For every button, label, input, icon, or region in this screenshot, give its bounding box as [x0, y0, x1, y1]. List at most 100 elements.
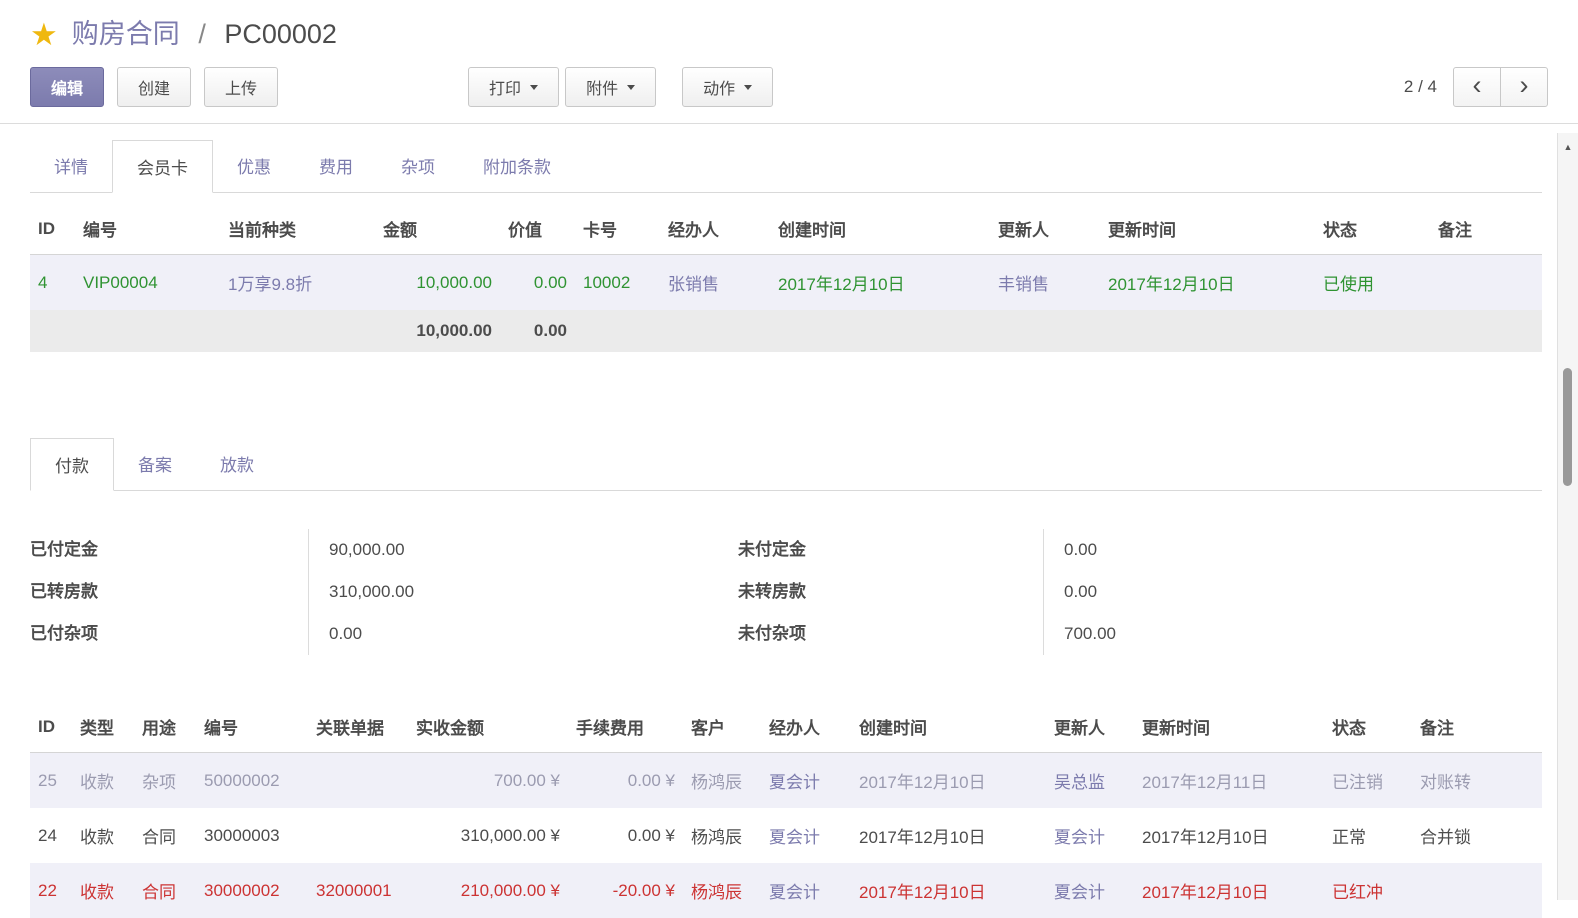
column-header[interactable]: 更新人 [990, 203, 1100, 255]
table-header-row: ID 编号 当前种类 金额 价值 卡号 经办人 创建时间 更新人 更新时间 状态… [30, 203, 1542, 255]
total-amount: 10,000.00 [375, 310, 500, 352]
payment-table: ID 类型 用途 编号 关联单据 实收金额 手续费用 客户 经办人 创建时间 更… [30, 701, 1542, 918]
breadcrumb-parent-link[interactable]: 购房合同 [72, 19, 180, 49]
table-cell: 对账转 [1412, 753, 1542, 809]
tab-misc[interactable]: 杂项 [377, 140, 459, 193]
column-header[interactable]: 用途 [134, 701, 196, 753]
column-header[interactable]: 更新时间 [1100, 203, 1315, 255]
card-type-link[interactable]: 1万享9.8折 [220, 255, 375, 311]
table-cell: 杨鸿辰 [683, 863, 761, 918]
table-cell: 合同 [134, 808, 196, 863]
field-label-unpaid-misc: 未付杂项 [738, 613, 1043, 655]
column-header[interactable]: 备注 [1412, 701, 1542, 753]
table-row[interactable]: 24 收款 合同 30000003 310,000.00 ¥ 0.00 ¥ 杨鸿… [30, 808, 1542, 863]
action-label: 动作 [703, 75, 735, 99]
updater-link[interactable]: 夏会计 [1046, 863, 1134, 918]
status-badge: 已使用 [1315, 255, 1430, 311]
field-value-paid-misc: 0.00 [308, 613, 678, 655]
handler-link[interactable]: 夏会计 [761, 808, 851, 863]
column-header[interactable]: 更新人 [1046, 701, 1134, 753]
action-dropdown-button[interactable]: 动作 [682, 67, 773, 107]
pager-next-button[interactable]: › [1500, 67, 1548, 107]
table-row[interactable]: 22 收款 合同 30000002 32000001 210,000.00 ¥ … [30, 863, 1542, 918]
table-cell: 0.00 ¥ [568, 753, 683, 809]
column-header[interactable]: 创建时间 [851, 701, 1046, 753]
updater-link[interactable]: 夏会计 [1046, 808, 1134, 863]
table-cell [575, 310, 1542, 352]
tab-payment[interactable]: 付款 [30, 438, 114, 491]
table-cell: 32000001 [308, 863, 408, 918]
column-header[interactable]: 客户 [683, 701, 761, 753]
column-header[interactable]: 编号 [196, 701, 308, 753]
chevron-down-icon [530, 85, 538, 90]
column-header[interactable]: ID [30, 701, 72, 753]
tab-member-card[interactable]: 会员卡 [112, 140, 213, 193]
column-header[interactable]: 编号 [75, 203, 220, 255]
column-header[interactable]: 更新时间 [1134, 701, 1324, 753]
create-button[interactable]: 创建 [117, 67, 191, 107]
column-header[interactable]: 类型 [72, 701, 134, 753]
table-cell: 4 [30, 255, 75, 311]
record-pager: 2 / 4 ‹ › [1404, 67, 1548, 107]
vertical-scrollbar[interactable]: ▲ [1557, 133, 1578, 900]
field-label-paid-misc: 已付杂项 [30, 613, 308, 655]
tab-details[interactable]: 详情 [30, 140, 112, 193]
column-header[interactable]: 经办人 [660, 203, 770, 255]
column-header[interactable]: 卡号 [575, 203, 660, 255]
column-header[interactable]: 当前种类 [220, 203, 375, 255]
field-label-paid-deposit: 已付定金 [30, 529, 308, 571]
tab-additional-terms[interactable]: 附加条款 [459, 140, 575, 193]
upload-button[interactable]: 上传 [204, 67, 278, 107]
table-header-row: ID 类型 用途 编号 关联单据 实收金额 手续费用 客户 经办人 创建时间 更… [30, 701, 1542, 753]
favorite-star-icon[interactable]: ★ [30, 19, 58, 50]
handler-link[interactable]: 夏会计 [761, 863, 851, 918]
paid-summary-group: 已付定金 90,000.00 已转房款 310,000.00 已付杂项 0.00 [30, 529, 678, 655]
column-header[interactable]: 手续费用 [568, 701, 683, 753]
table-cell: 收款 [72, 753, 134, 809]
tab-discount[interactable]: 优惠 [213, 140, 295, 193]
updater-link[interactable]: 丰销售 [990, 255, 1100, 311]
column-header[interactable]: 实收金额 [408, 701, 568, 753]
attachment-dropdown-button[interactable]: 附件 [565, 67, 656, 107]
column-header[interactable]: 价值 [500, 203, 575, 255]
handler-link[interactable]: 张销售 [660, 255, 770, 311]
column-header[interactable]: ID [30, 203, 75, 255]
updater-link[interactable]: 吴总监 [1046, 753, 1134, 809]
unpaid-summary-group: 未付定金 0.00 未转房款 0.00 未付杂项 700.00 [738, 529, 1403, 655]
print-dropdown-button[interactable]: 打印 [468, 67, 559, 107]
control-bar: 编辑 创建 上传 打印 附件 动作 2 / 4 ‹ › [0, 52, 1578, 107]
column-header[interactable]: 状态 [1324, 701, 1412, 753]
table-cell: 210,000.00 ¥ [408, 863, 568, 918]
field-value-unpaid-misc: 700.00 [1043, 613, 1403, 655]
table-row[interactable]: 4 VIP00004 1万享9.8折 10,000.00 0.00 10002 … [30, 255, 1542, 311]
column-header[interactable]: 创建时间 [770, 203, 990, 255]
table-cell: 2017年12月10日 [851, 808, 1046, 863]
table-cell: 2017年12月10日 [1134, 808, 1324, 863]
tab-fees[interactable]: 费用 [295, 140, 377, 193]
scroll-up-icon[interactable]: ▲ [1558, 133, 1578, 152]
edit-button[interactable]: 编辑 [30, 67, 104, 107]
field-value-untransferred-house-payment: 0.00 [1043, 571, 1403, 613]
table-row[interactable]: 25 收款 杂项 50000002 700.00 ¥ 0.00 ¥ 杨鸿辰 夏会… [30, 753, 1542, 809]
table-cell: 0.00 ¥ [568, 808, 683, 863]
field-value-paid-deposit: 90,000.00 [308, 529, 678, 571]
column-header[interactable]: 关联单据 [308, 701, 408, 753]
status-badge: 已注销 [1324, 753, 1412, 809]
table-cell: 700.00 ¥ [408, 753, 568, 809]
handler-link[interactable]: 夏会计 [761, 753, 851, 809]
table-cell: 杨鸿辰 [683, 808, 761, 863]
column-header[interactable]: 备注 [1430, 203, 1542, 255]
column-header[interactable]: 状态 [1315, 203, 1430, 255]
table-cell: 50000002 [196, 753, 308, 809]
scrollbar-thumb[interactable] [1563, 368, 1572, 486]
table-cell: 2017年12月10日 [1134, 863, 1324, 918]
tab-filing[interactable]: 备案 [114, 438, 196, 491]
field-label-untransferred-house-payment: 未转房款 [738, 571, 1043, 613]
column-header[interactable]: 经办人 [761, 701, 851, 753]
tab-loan[interactable]: 放款 [196, 438, 278, 491]
table-cell: 24 [30, 808, 72, 863]
pager-previous-button[interactable]: ‹ [1453, 67, 1501, 107]
table-cell [30, 310, 375, 352]
table-cell: 2017年12月10日 [851, 863, 1046, 918]
column-header[interactable]: 金额 [375, 203, 500, 255]
